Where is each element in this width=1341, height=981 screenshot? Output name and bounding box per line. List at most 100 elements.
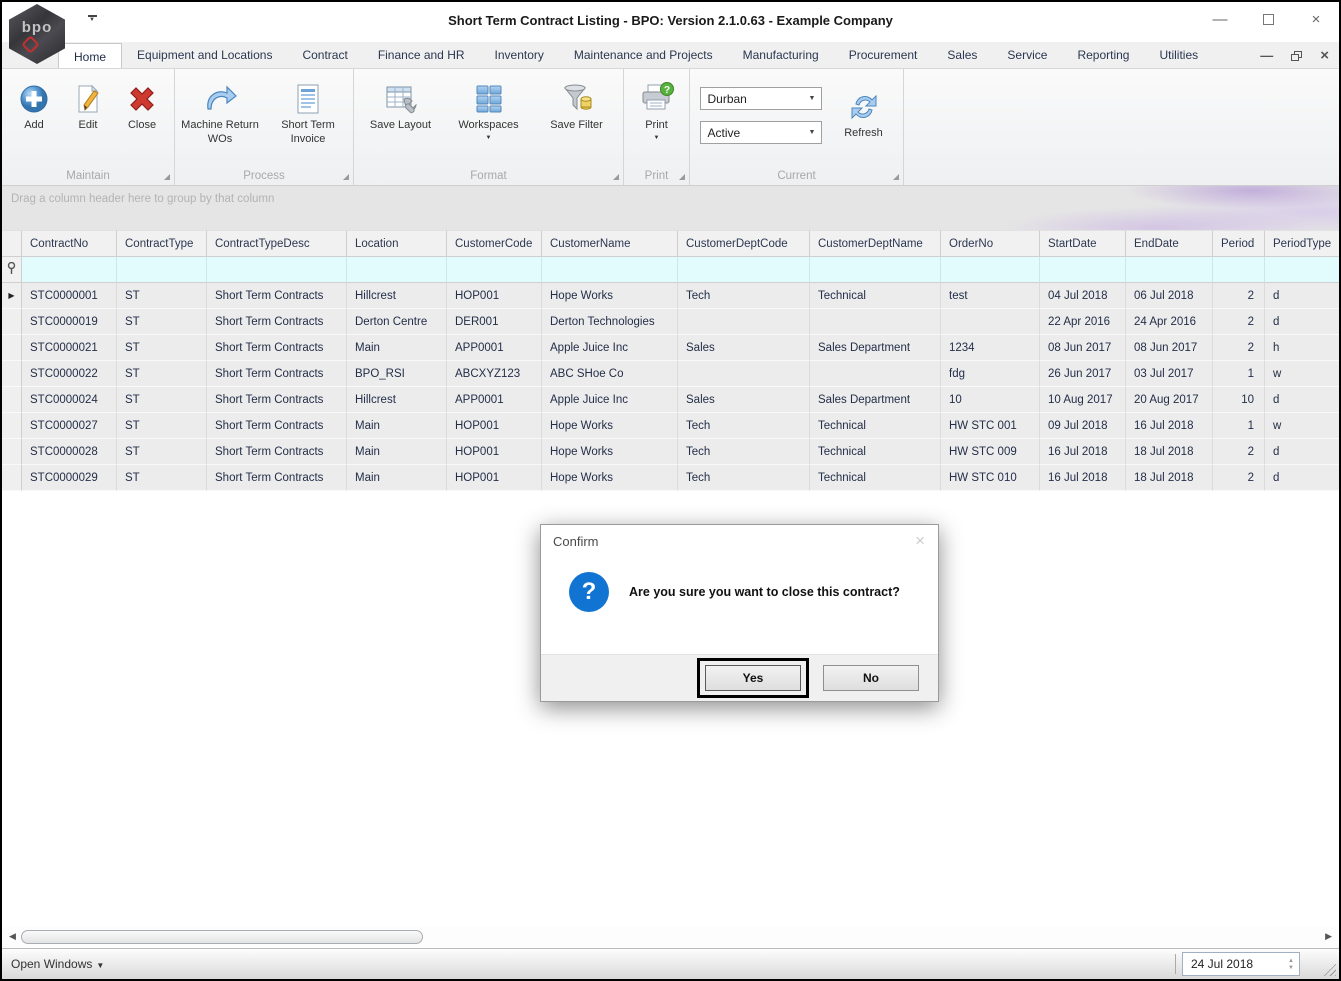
table-row[interactable]: STC0000027 ST Short Term Contracts Main HOP0… [2,413,1339,439]
table-row[interactable]: ▶ STC0000001 ST Short Term Contracts Hillcre… [2,283,1339,309]
filter-cell-customercode[interactable] [447,257,542,283]
column-header-enddate[interactable]: EndDate [1126,230,1213,257]
group-launcher-icon-print[interactable] [679,174,685,180]
table-row[interactable]: STC0000019 ST Short Term Contracts Derton C… [2,309,1339,335]
column-header-location[interactable]: Location [347,230,447,257]
column-header-customerdeptname[interactable]: CustomerDeptName [810,230,941,257]
mdi-close-icon[interactable]: × [1320,47,1329,64]
date-spin-up-icon[interactable]: ▲ [1288,958,1294,964]
status-select[interactable]: Active ▼ [699,121,822,144]
date-spin-down-icon[interactable]: ▼ [1288,965,1294,971]
machine-return-wos-button[interactable]: Machine Return WOs [176,75,264,185]
cell-contracttypedesc: Short Term Contracts [207,361,347,387]
tab-equipment-and-locations[interactable]: Equipment and Locations [122,42,287,68]
filter-cell-periodtype[interactable] [1265,257,1339,283]
filter-cell-contracttypedesc[interactable] [207,257,347,283]
close-button[interactable]: Close [115,75,169,185]
save-layout-button[interactable]: Save Layout [357,75,445,185]
tab-sales[interactable]: Sales [932,42,992,68]
cell-startdate: 09 Jul 2018 [1040,413,1126,439]
confirm-dialog: Confirm × ? Are you sure you want to clo… [540,524,939,702]
ribbon-group-current: Durban ▼ Active ▼ Refresh Current [690,69,904,185]
filter-cell-contractno[interactable] [22,257,117,283]
column-header-period[interactable]: Period [1213,230,1265,257]
cell-enddate: 08 Jun 2017 [1126,335,1213,361]
cell-enddate: 20 Aug 2017 [1126,387,1213,413]
tab-utilities[interactable]: Utilities [1144,42,1213,68]
column-header-startdate[interactable]: StartDate [1040,230,1126,257]
filter-cell-location[interactable] [347,257,447,283]
tab-contract[interactable]: Contract [287,42,362,68]
table-row[interactable]: STC0000022 ST Short Term Contracts BPO_RSI A… [2,361,1339,387]
table-row[interactable]: STC0000029 ST Short Term Contracts Main HOP0… [2,465,1339,491]
maximize-icon[interactable] [1259,10,1277,28]
question-mark-icon: ? [569,572,609,612]
status-dropdown-icon[interactable]: ▼ [804,129,821,136]
filter-cell-customerdeptname[interactable] [810,257,941,283]
tab-inventory[interactable]: Inventory [480,42,559,68]
tab-maintenance-and-projects[interactable]: Maintenance and Projects [559,42,728,68]
table-row[interactable]: STC0000021 ST Short Term Contracts Main APP0… [2,335,1339,361]
close-window-icon[interactable]: × [1307,10,1325,28]
date-field[interactable]: 24 Jul 2018 ▲ ▼ [1182,952,1300,976]
filter-cell-contracttype[interactable] [117,257,207,283]
cell-startdate: 08 Jun 2017 [1040,335,1126,361]
ribbon: Add Edit Close Maintain Machine Return W… [2,69,1339,186]
horizontal-scrollbar[interactable]: ◀ ▶ [2,927,1339,948]
filter-cell-customername[interactable] [542,257,678,283]
filter-cell-customerdeptcode[interactable] [678,257,810,283]
column-header-customercode[interactable]: CustomerCode [447,230,542,257]
column-header-orderno[interactable]: OrderNo [941,230,1040,257]
cell-orderno [941,309,1040,335]
short-term-invoice-button[interactable]: Short Term Invoice [264,75,352,185]
column-header-customerdeptcode[interactable]: CustomerDeptCode [678,230,810,257]
cell-contractno: STC0000021 [22,335,117,361]
column-header-periodtype[interactable]: PeriodType [1265,230,1339,257]
tab-manufacturing[interactable]: Manufacturing [728,42,834,68]
no-button[interactable]: No [823,665,919,691]
filter-cell-period[interactable] [1213,257,1265,283]
yes-button[interactable]: Yes [705,665,801,691]
cell-location: Main [347,335,447,361]
site-dropdown-icon[interactable]: ▼ [804,95,821,102]
tab-finance-and-hr[interactable]: Finance and HR [363,42,480,68]
minimize-icon[interactable]: — [1211,10,1229,28]
tab-procurement[interactable]: Procurement [834,42,933,68]
mdi-restore-icon[interactable] [1291,50,1303,61]
current-row-indicator-icon: ▶ [2,283,22,309]
group-launcher-icon-maintain[interactable] [164,174,170,180]
dialog-close-icon[interactable]: × [915,531,925,551]
table-row[interactable]: STC0000028 ST Short Term Contracts Main HOP0… [2,439,1339,465]
group-by-panel[interactable]: Drag a column header here to group by th… [2,186,1339,230]
scrollbar-thumb[interactable] [21,930,423,944]
site-select[interactable]: Durban ▼ [699,87,822,110]
workspaces-button[interactable]: Workspaces ▼ [445,75,533,185]
table-wrench-icon [384,79,418,119]
edit-button[interactable]: Edit [61,75,115,185]
save-filter-button[interactable]: Save Filter [533,75,621,185]
scroll-left-icon[interactable]: ◀ [9,931,16,942]
add-button[interactable]: Add [7,75,61,185]
print-button[interactable]: ? Print ▼ [628,75,686,185]
group-launcher-icon-format[interactable] [613,174,619,180]
filter-row [2,257,1339,283]
tab-home[interactable]: Home [58,43,123,68]
resize-grip[interactable] [1322,962,1336,976]
tab-reporting[interactable]: Reporting [1062,42,1144,68]
cell-customername: Hope Works [542,439,678,465]
column-header-contracttypedesc[interactable]: ContractTypeDesc [207,230,347,257]
open-windows-button[interactable]: Open Windows ▼ [11,957,104,971]
group-launcher-icon-current[interactable] [893,174,899,180]
filter-cell-enddate[interactable] [1126,257,1213,283]
group-launcher-icon-process[interactable] [343,174,349,180]
table-row[interactable]: STC0000024 ST Short Term Contracts Hillcres… [2,387,1339,413]
filter-cell-startdate[interactable] [1040,257,1126,283]
column-header-contracttype[interactable]: ContractType [117,230,207,257]
filter-cell-orderno[interactable] [941,257,1040,283]
mdi-minimize-icon[interactable]: — [1260,48,1273,63]
column-header-contractno[interactable]: ContractNo [22,230,117,257]
column-header-customername[interactable]: CustomerName [542,230,678,257]
cell-customername: Apple Juice Inc [542,387,678,413]
scroll-right-icon[interactable]: ▶ [1325,931,1332,942]
tab-service[interactable]: Service [992,42,1062,68]
